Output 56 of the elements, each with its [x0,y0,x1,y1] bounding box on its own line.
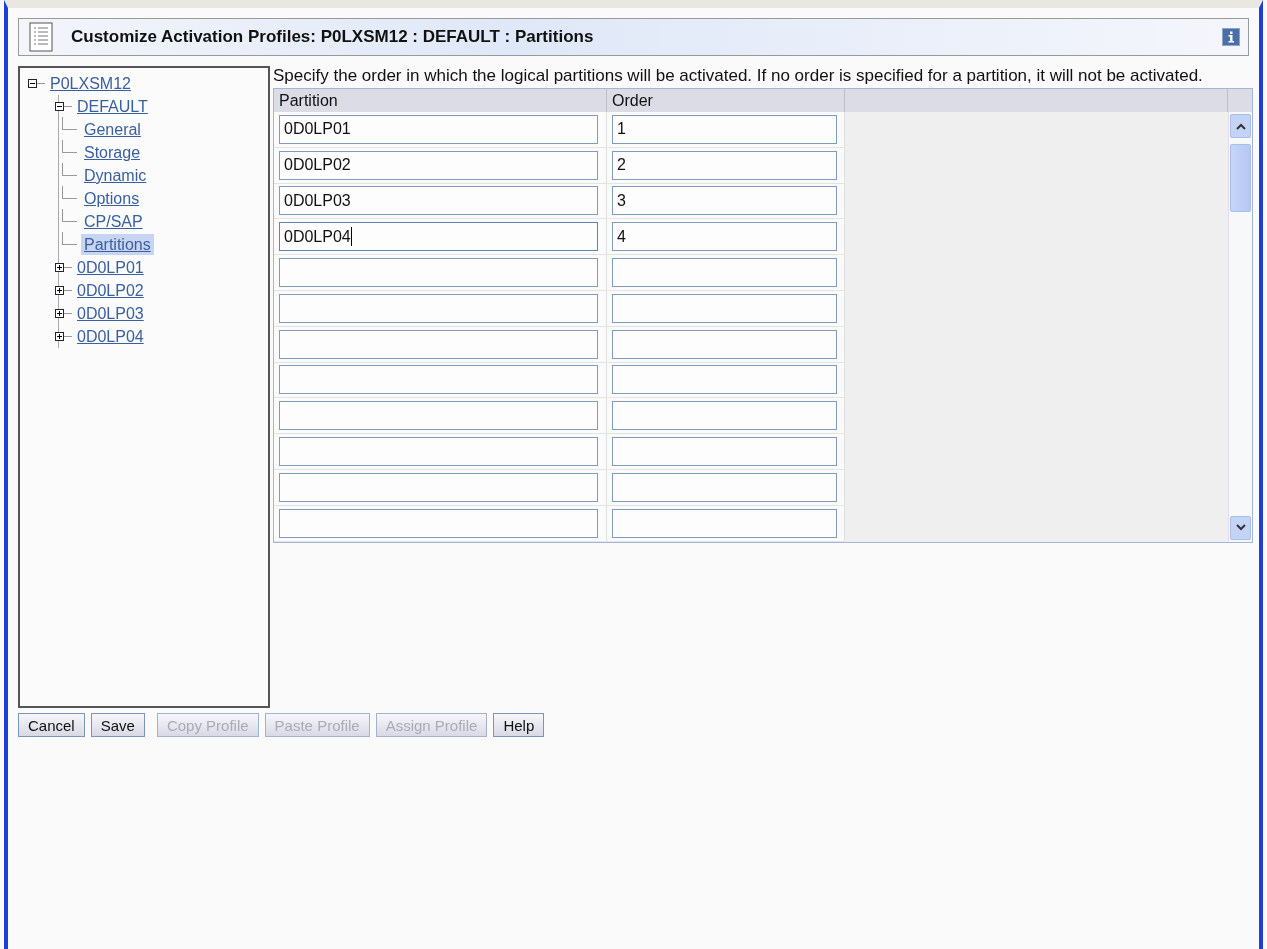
text-cursor [350,227,352,247]
tree-item[interactable]: DEFAULT [74,96,151,117]
input-field[interactable]: 0D0LP04 [279,222,598,252]
tree-item[interactable]: 0D0LP03 [74,303,147,324]
instructions-text: Specify the order in which the logical partitions will be activated. If no order is specified for a partition, it will not be activated. [273,66,1204,86]
input-field[interactable] [279,401,598,431]
input-field[interactable] [612,258,837,288]
input-field[interactable] [612,508,837,538]
scroll-thumb[interactable] [1230,144,1251,212]
scrollbar[interactable] [1228,112,1252,542]
input-field[interactable] [279,472,598,502]
expand-icon[interactable] [55,263,64,272]
tree-item[interactable]: 0D0LP01 [74,257,147,278]
tree-item[interactable]: 0D0LP02 [74,280,147,301]
action-button[interactable]: Cancel [18,713,85,737]
action-button[interactable]: Save [90,713,145,737]
tree-item[interactable]: Dynamic [81,165,150,186]
info-icon[interactable] [1222,28,1240,46]
tree-item[interactable]: General [81,119,144,140]
scroll-up-button[interactable] [1230,114,1251,138]
input-field[interactable] [279,365,598,395]
input-field[interactable] [612,329,837,359]
chevron-up-icon [1235,122,1246,130]
action-button[interactable]: Help [493,713,545,737]
input-field[interactable] [612,472,837,502]
input-field[interactable] [279,437,598,467]
input-field[interactable] [279,293,598,323]
input-field[interactable]: 2 [612,150,837,180]
input-field[interactable] [612,365,837,395]
chevron-down-icon [1235,524,1246,532]
tree-item[interactable]: Partitions [81,234,154,255]
collapse-icon[interactable] [55,102,64,111]
tree-item[interactable]: 0D0LP04 [74,326,147,347]
expand-icon[interactable] [55,286,64,295]
input-field[interactable]: 3 [612,186,837,216]
collapse-icon[interactable] [28,79,37,88]
expand-icon[interactable] [55,332,64,341]
input-field[interactable]: 0D0LP03 [279,186,598,216]
input-field[interactable] [612,401,837,431]
window-title: Customize Activation Profiles: P0LXSM12 : DEFAULT : Partitions [71,27,595,47]
input-field[interactable]: 0D0LP02 [279,150,598,180]
tree-item[interactable]: Storage [81,142,144,163]
input-field[interactable] [612,293,837,323]
tree-item[interactable]: P0LXSM12 [47,73,134,94]
input-field[interactable] [279,329,598,359]
input-field[interactable]: 1 [612,114,837,144]
input-field[interactable] [279,258,598,288]
input-field[interactable]: 4 [612,222,837,252]
tree-item[interactable]: CP/SAP [81,211,146,232]
input-field[interactable] [612,437,837,467]
document-icon [29,22,53,52]
scroll-down-button[interactable] [1230,515,1251,540]
input-field[interactable] [279,508,598,538]
expand-icon[interactable] [55,309,64,318]
input-field[interactable]: 0D0LP01 [279,114,598,144]
tree-item[interactable]: Options [81,188,143,209]
